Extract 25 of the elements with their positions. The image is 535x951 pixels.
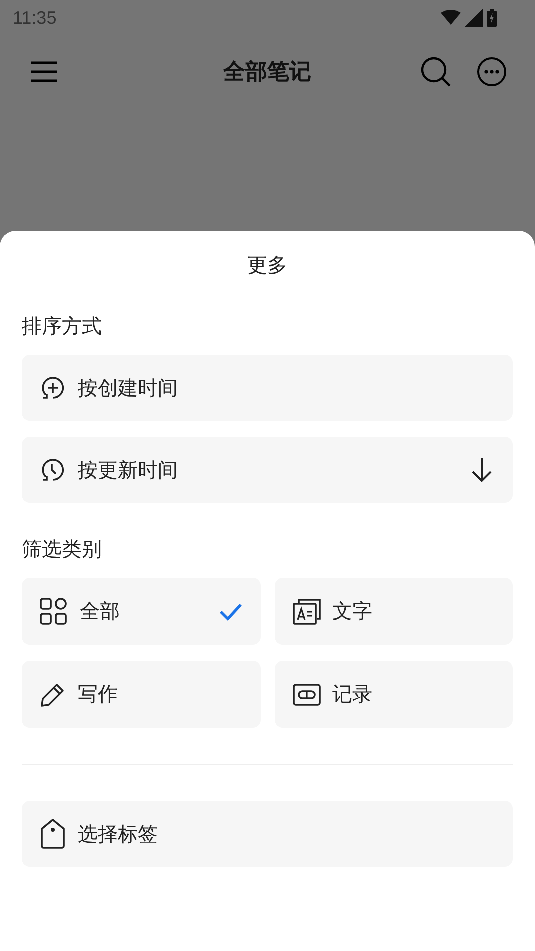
tape-icon: [292, 684, 320, 706]
category-option[interactable]: 写作: [22, 661, 260, 728]
sort-option[interactable]: 按创建时间: [22, 355, 513, 421]
category-option[interactable]: 文字: [274, 578, 513, 645]
section-heading: 筛选类别: [22, 536, 103, 563]
select-tag-button[interactable]: 选择标签: [22, 801, 513, 867]
clock-icon: [40, 457, 66, 483]
section-heading: 排序方式: [22, 313, 103, 340]
sheet-title: 更多: [246, 252, 288, 279]
signal-icon: [465, 9, 483, 27]
grid-icon: [40, 598, 68, 626]
tag-icon: [40, 819, 66, 849]
category-option[interactable]: 全部: [22, 578, 260, 645]
text-card-icon: [292, 598, 320, 624]
wifi-icon: [441, 10, 461, 26]
battery-icon: [487, 9, 497, 27]
status-time: 11:35: [13, 8, 57, 28]
category-option[interactable]: 记录: [274, 661, 513, 728]
pencil-icon: [40, 682, 66, 708]
page-title: 全部笔记: [224, 59, 312, 87]
sort-option[interactable]: 按更新时间: [22, 437, 513, 503]
search-icon[interactable]: [420, 56, 452, 88]
add-time-icon: [40, 375, 66, 401]
more-icon[interactable]: [477, 57, 507, 87]
menu-icon[interactable]: [30, 61, 58, 83]
